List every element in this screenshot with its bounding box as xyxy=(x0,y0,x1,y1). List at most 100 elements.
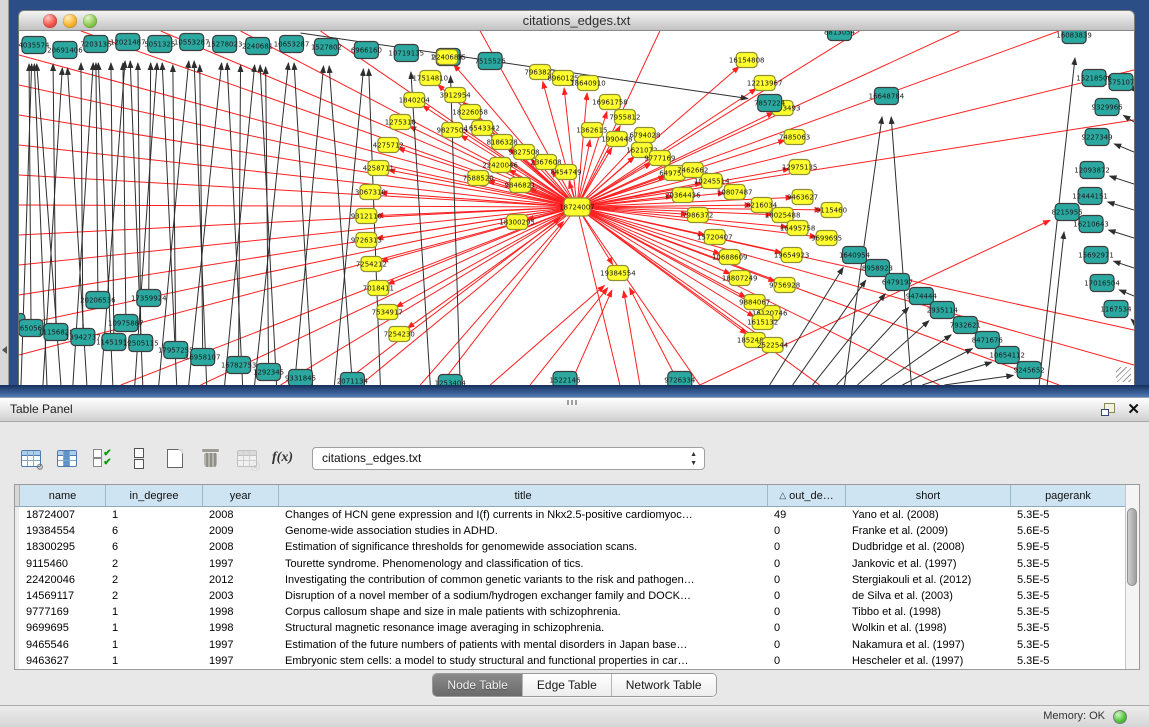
graph-node-selected[interactable]: 17514810 xyxy=(412,71,448,86)
graph-node[interactable]: 1292345 xyxy=(253,364,284,381)
edge[interactable] xyxy=(837,307,909,385)
edge-selected[interactable] xyxy=(19,207,577,235)
edge-selected[interactable] xyxy=(19,207,577,355)
table-mode-icon[interactable]: ⚙ xyxy=(18,446,43,470)
graph-node-selected[interactable]: 7955812 xyxy=(609,110,640,125)
graph-node-selected[interactable]: 9699695 xyxy=(811,231,842,246)
select-columns-checklist-icon[interactable]: ✔ ✔ xyxy=(90,446,115,470)
table-row[interactable]: 1872400712008Changes of HCN gene express… xyxy=(15,507,1139,523)
table-row[interactable]: 946362711997Embryonic stem cells: a mode… xyxy=(15,653,1139,669)
edge[interactable] xyxy=(944,375,1013,385)
graph-node[interactable]: 17359924 xyxy=(131,290,167,307)
scrollbar-thumb[interactable] xyxy=(1127,508,1137,586)
edge-selected[interactable] xyxy=(530,288,608,385)
graph-node[interactable]: 7203136 xyxy=(80,36,111,53)
graph-node[interactable]: 8471676 xyxy=(972,332,1003,349)
graph-node[interactable]: 7932621 xyxy=(950,317,981,334)
graph-node[interactable]: 20691406 xyxy=(47,42,83,59)
graph-node[interactable]: 15278023 xyxy=(207,36,243,53)
edge-selected[interactable] xyxy=(19,207,577,295)
graph-node-selected[interactable]: 9115460 xyxy=(816,203,847,218)
graph-node[interactable]: 1522146 xyxy=(549,372,580,386)
graph-node[interactable]: 9331845 xyxy=(285,370,316,386)
network-window-titlebar[interactable]: citations_edges.txt xyxy=(18,10,1135,31)
citation-network-graph[interactable]: 4035574206914067203136120214875051325105… xyxy=(19,31,1134,385)
graph-node-selected[interactable]: 18724007 xyxy=(559,198,595,216)
edge-selected[interactable] xyxy=(577,31,1059,207)
edge[interactable] xyxy=(1131,319,1134,322)
edge[interactable] xyxy=(891,117,911,385)
edge-selected[interactable] xyxy=(624,291,640,385)
tab-network-table[interactable]: Network Table xyxy=(612,674,716,696)
column-header-short[interactable]: short xyxy=(846,485,1011,506)
graph-node-selected[interactable]: 16154808 xyxy=(729,53,765,68)
table-selector-dropdown[interactable]: citations_edges.txt ▲▼ xyxy=(312,447,705,470)
close-panel-icon[interactable]: ✕ xyxy=(1127,400,1140,420)
edge[interactable] xyxy=(369,69,381,385)
graph-node-selected[interactable]: 4258711 xyxy=(363,161,394,176)
edge-selected[interactable] xyxy=(570,290,612,385)
graph-node-selected[interactable]: 6794028 xyxy=(629,128,660,143)
graph-node[interactable]: 4035574 xyxy=(19,37,50,54)
edge-selected[interactable] xyxy=(360,207,577,385)
edge[interactable] xyxy=(295,66,324,385)
graph-node-selected[interactable]: 9726313 xyxy=(351,233,382,248)
graph-node[interactable]: 16648784 xyxy=(869,88,905,105)
graph-node-selected[interactable]: 7534917 xyxy=(372,305,403,320)
graph-node[interactable]: 9726334 xyxy=(664,372,696,386)
graph-node-selected[interactable]: 7254230 xyxy=(384,327,415,342)
graph-node[interactable]: 6966160 xyxy=(351,42,382,59)
edge[interactable] xyxy=(1119,290,1134,296)
graph-node[interactable]: 15692971 xyxy=(1078,247,1114,264)
tab-edge-table[interactable]: Edge Table xyxy=(523,674,612,696)
graph-node[interactable]: 7515526 xyxy=(475,53,506,70)
graph-node[interactable]: 1253404 xyxy=(435,375,467,386)
graph-node-selected[interactable]: 7018411 xyxy=(363,281,394,296)
graph-node[interactable]: 1527802 xyxy=(311,39,342,56)
graph-node[interactable]: 2071134 xyxy=(337,373,369,386)
column-header-name[interactable]: name xyxy=(20,485,106,506)
window-resize-grip[interactable] xyxy=(1116,367,1131,382)
table-row[interactable]: 2242004622012Investigating the contribut… xyxy=(15,572,1139,588)
graph-node[interactable]: 2240681 xyxy=(242,38,273,55)
edge[interactable] xyxy=(1114,261,1134,268)
graph-node[interactable]: 8813054 xyxy=(824,31,856,41)
edge-selected[interactable] xyxy=(19,207,577,265)
graph-node[interactable]: 2935114 xyxy=(927,302,959,319)
table-row[interactable]: 1830029562008Estimation of significance … xyxy=(15,539,1139,555)
table-row[interactable]: 911546021997Tourette syndrome. Phenomeno… xyxy=(15,556,1139,572)
graph-node[interactable]: 9329966 xyxy=(1092,99,1123,116)
edge-selected[interactable] xyxy=(19,205,577,207)
splitter-grip-icon[interactable] xyxy=(567,400,579,405)
graph-node[interactable]: 7857224 xyxy=(754,95,786,112)
edge[interactable] xyxy=(96,63,98,292)
float-panel-icon[interactable] xyxy=(1101,403,1115,416)
graph-node[interactable]: 1167534 xyxy=(1100,301,1132,318)
table-row[interactable]: 977716911998Corpus callosum shape and si… xyxy=(15,604,1139,620)
graph-node-selected[interactable]: 9827508 xyxy=(509,145,540,160)
network-canvas[interactable]: 4035574206914067203136120214875051325105… xyxy=(18,31,1135,385)
graph-node-selected[interactable]: 8186328 xyxy=(487,135,518,150)
graph-node[interactable]: 16083839 xyxy=(1056,31,1092,44)
graph-node-selected[interactable]: 9312110 xyxy=(351,209,382,224)
graph-node-selected[interactable]: 1840204 xyxy=(399,93,431,108)
tab-node-table[interactable]: Node Table xyxy=(433,674,523,696)
function-builder-icon[interactable]: f(x) xyxy=(270,446,295,470)
graph-node-selected[interactable]: 12975135 xyxy=(782,160,818,175)
graph-node-selected[interactable]: 19654923 xyxy=(774,248,810,263)
edge[interactable] xyxy=(1109,230,1134,238)
graph-node-selected[interactable]: 3067310 xyxy=(355,185,386,200)
edge[interactable] xyxy=(1114,144,1134,152)
graph-node[interactable]: 5051325 xyxy=(144,36,175,53)
edge[interactable] xyxy=(111,63,114,334)
graph-node[interactable]: 12444151 xyxy=(1072,188,1108,205)
graph-node-selected[interactable]: 19384554 xyxy=(600,266,636,281)
edge[interactable] xyxy=(1108,202,1134,210)
graph-node-selected[interactable]: 10688609 xyxy=(712,250,748,265)
edge[interactable] xyxy=(255,63,289,385)
graph-node[interactable]: 12093872 xyxy=(1074,162,1110,179)
vertical-scrollbar[interactable] xyxy=(1125,485,1139,669)
graph-node-selected[interactable]: 18226058 xyxy=(452,105,488,120)
table-panel-header[interactable]: Table Panel ✕ xyxy=(0,397,1149,422)
table-row[interactable]: 969969511998Structural magnetic resonanc… xyxy=(15,620,1139,636)
